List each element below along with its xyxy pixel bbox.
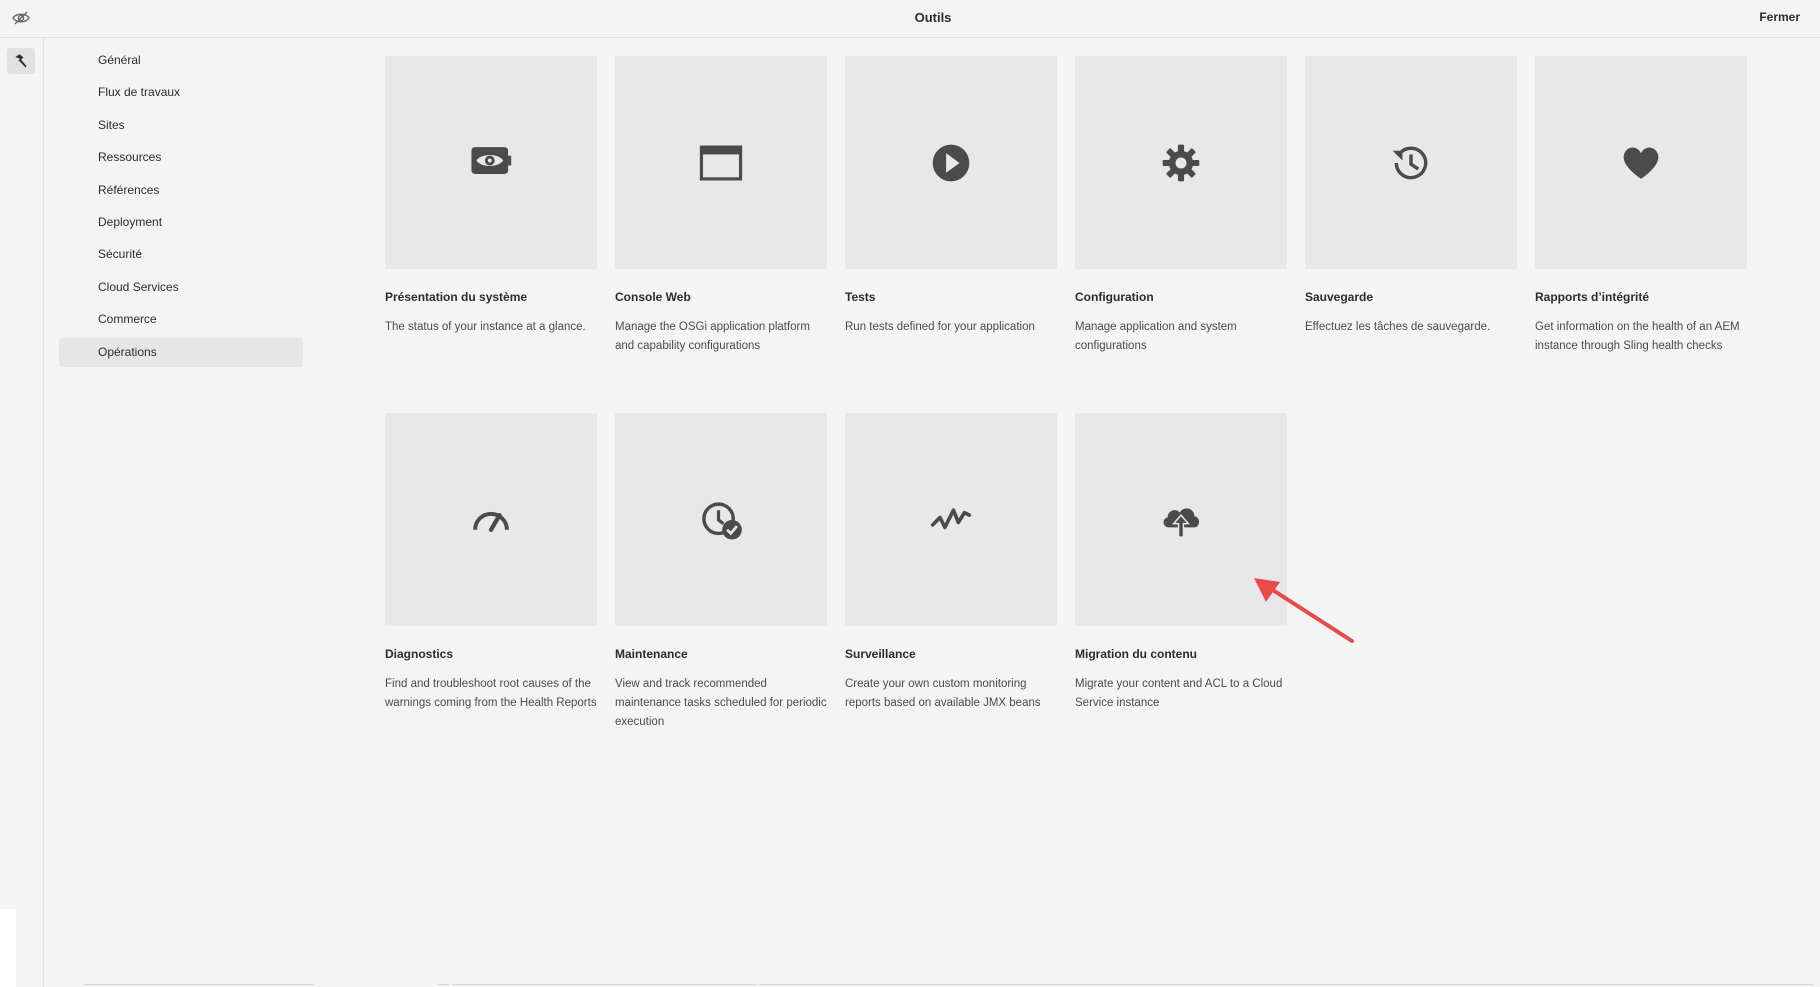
sidebar-nav: Général Flux de travaux Sites Ressources Réf… [59,46,303,370]
rail-footer [0,909,16,987]
gauge-icon [473,511,509,532]
tool-card-title[interactable]: Maintenance [615,647,827,661]
tool-card-thumbnail[interactable] [1305,56,1517,269]
tool-card-browser-window[interactable]: Console Web Manage the OSGi application … [615,56,827,356]
bottom-divider [452,984,757,985]
left-rail [0,38,44,987]
tool-card-title[interactable]: Sauvegarde [1305,290,1517,304]
tools-rail-button[interactable] [7,48,35,74]
tool-card-title[interactable]: Tests [845,290,1057,304]
sidebar-item-cloud-services[interactable]: Cloud Services [59,273,303,302]
tool-card-thumbnail[interactable] [845,56,1057,269]
tool-card-title[interactable]: Migration du contenu [1075,647,1287,661]
top-bar: Outils Fermer [0,0,1820,38]
close-button[interactable]: Fermer [1759,10,1800,24]
tool-card-description: Find and troubleshoot root causes of the… [385,678,597,709]
sidebar-item-deployment[interactable]: Deployment [59,208,303,237]
tool-card-description: Manage the OSGi application platform and… [615,321,810,352]
tool-card-title[interactable]: Surveillance [845,647,1057,661]
tool-card-thumbnail[interactable] [1075,413,1287,626]
tool-card-description: View and track recommended maintenance t… [615,678,827,728]
sidebar-item-r-f-rences[interactable]: Références [59,176,303,205]
play-icon [932,144,970,181]
tool-card-gauge[interactable]: Diagnostics Find and troubleshoot root c… [385,413,597,713]
bottom-divider [84,984,314,985]
sidebar-item-sites[interactable]: Sites [59,111,303,140]
sidebar-item-flux-de-travaux[interactable]: Flux de travaux [59,78,303,107]
tool-card-clock-check[interactable]: Maintenance View and track recommended m… [615,413,827,732]
tool-card-gear[interactable]: Configuration Manage application and sys… [1075,56,1287,356]
tool-card-description: Run tests defined for your application [845,321,1035,333]
tool-card-thumbnail[interactable] [845,413,1057,626]
tool-card-description: Effectuez les tâches de sauvegarde. [1305,321,1491,333]
tool-card-monitor-eye[interactable]: Présentation du système The status of yo… [385,56,597,337]
history-icon [1392,146,1428,179]
bottom-divider [437,984,449,985]
sidebar-item-s-curit-[interactable]: Sécurité [59,240,303,269]
tool-card-thumbnail[interactable] [385,413,597,626]
tool-card-title[interactable]: Console Web [615,290,827,304]
tool-card-thumbnail[interactable] [385,56,597,269]
tool-card-title[interactable]: Rapports d’intégrité [1535,290,1747,304]
bottom-divider [759,984,1814,985]
tool-card-thumbnail[interactable] [615,413,827,626]
activity-icon [930,507,972,529]
hammer-icon [15,54,27,68]
tool-card-description: Get information on the health of an AEM … [1535,321,1740,352]
tool-card-activity[interactable]: Surveillance Create your own custom moni… [845,413,1057,713]
tool-card-thumbnail[interactable] [615,56,827,269]
tool-card-title[interactable]: Configuration [1075,290,1287,304]
tool-card-history[interactable]: Sauvegarde Effectuez les tâches de sauve… [1305,56,1517,337]
sidebar-item-op-rations[interactable]: Opérations [59,337,303,367]
tool-card-thumbnail[interactable] [1075,56,1287,269]
tool-card-description: Create your own custom monitoring report… [845,678,1041,709]
clock-check-icon [702,501,742,540]
sidebar-item-commerce[interactable]: Commerce [59,305,303,334]
tool-card-description: Migrate your content and ACL to a Cloud … [1075,678,1283,709]
monitor-eye-icon [471,146,512,174]
tool-card-description: Manage application and system configurat… [1075,321,1237,352]
tool-card-play[interactable]: Tests Run tests defined for your applica… [845,56,1057,337]
tool-card-cloud-upload[interactable]: Migration du contenu Migrate your conten… [1075,413,1287,713]
tool-card-title[interactable]: Présentation du système [385,290,597,304]
tool-card-heart[interactable]: Rapports d’intégrité Get information on … [1535,56,1747,356]
tool-card-description: The status of your instance at a glance. [385,321,586,333]
heart-icon [1623,147,1659,179]
gear-icon [1162,144,1200,181]
browser-window-icon [699,145,743,180]
tool-card-thumbnail[interactable] [1535,56,1747,269]
cloud-upload-icon [1163,507,1200,538]
sidebar-item-g-n-ral[interactable]: Général [59,46,303,75]
tool-card-title[interactable]: Diagnostics [385,647,597,661]
page-title: Outils [914,10,952,25]
sidebar-item-ressources[interactable]: Ressources [59,143,303,172]
